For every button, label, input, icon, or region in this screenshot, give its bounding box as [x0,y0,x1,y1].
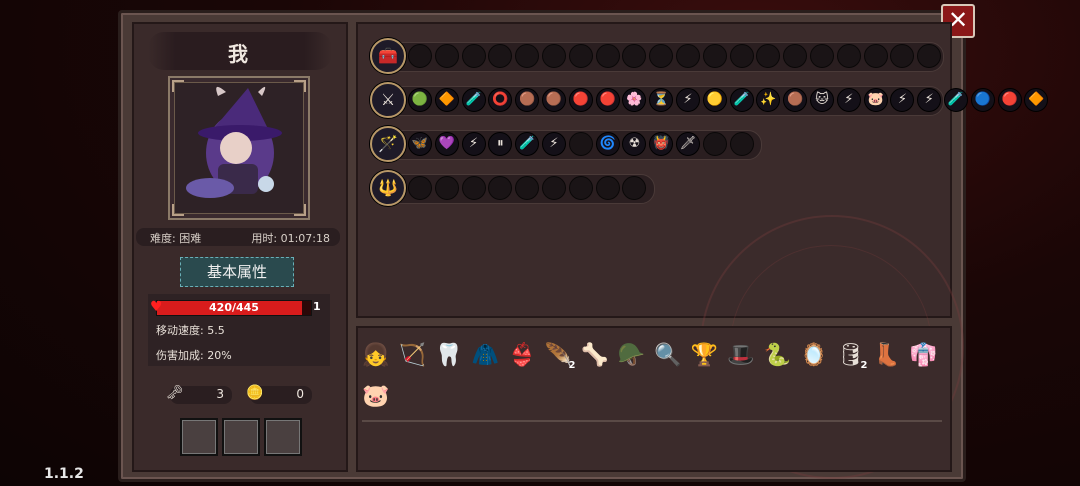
skill-slot[interactable]: ⚡ [917,88,942,112]
mace-icon[interactable]: ⚔ [370,82,406,118]
skill-slot[interactable]: ⚡ [461,132,486,156]
empty-skill-slot [515,176,540,200]
empty-skill-slot [568,44,593,68]
equip-slot-3[interactable] [264,418,302,456]
cloak-item[interactable]: 🧥 [470,340,502,372]
equip-slot-2[interactable] [222,418,260,456]
empty-skill-slot [461,176,486,200]
damage-bonus-stat: 伤害加成: 20% [156,349,232,362]
run-info-bar: 难度: 困难 用时: 01:07:18 [136,228,340,246]
empty-skill-slot [434,176,459,200]
skill-slot[interactable]: 🗡 [676,132,700,156]
boot-item[interactable]: 👢 [871,340,903,372]
skill-slot[interactable]: ⚡ [836,88,861,112]
key-count: 3 [216,387,224,401]
skill-slot[interactable]: 🔴 [595,88,620,112]
skill-slot[interactable]: 🔴 [568,88,593,112]
arrow-item[interactable]: 🏹 [397,340,429,372]
equip-slot-1[interactable] [180,418,218,456]
staff-icon[interactable]: 🪄 [370,126,406,162]
skill-slot[interactable]: 🔵 [970,88,995,112]
empty-skill-slot [676,44,700,68]
coin-icon: 🪙 [246,385,264,401]
trophy-item[interactable]: 🏆 [689,340,721,372]
skill-slot[interactable]: ⚡ [542,132,566,156]
empty-skill-slot [542,176,566,200]
player-name: 我 [228,42,248,66]
skill-slot[interactable]: 🔶 [1024,88,1049,112]
empty-skill-slot [434,44,459,68]
move-speed-stat: 移动速度: 5.5 [156,324,225,337]
shield-value: 1 [313,300,321,313]
empty-skill-slot [917,44,942,68]
item-divider [362,420,942,422]
empty-skill-slot [810,44,834,68]
skill-slot[interactable]: 🟤 [783,88,808,112]
pig-item[interactable]: 🐷 [360,381,392,413]
empty-skill-slot [783,44,808,68]
basic-attributes-button[interactable]: 基本属性 [180,257,294,287]
skill-slot[interactable]: 🧪 [729,88,754,112]
empty-skill-slot [595,176,620,200]
empty-skill-slot [408,44,432,68]
skill-slot[interactable]: 🟤 [542,88,566,112]
robe-item[interactable]: 👘 [908,340,940,372]
item-count: 2 [860,360,868,371]
skill-slot[interactable]: ⚡ [676,88,700,112]
magnifier-item[interactable]: 🔍 [652,340,684,372]
hat-item[interactable]: 🎩 [725,340,757,372]
bone-item[interactable]: 🦴 [579,340,611,372]
skill-slot[interactable]: 👹 [649,132,674,156]
key-icon: 🗝 [166,385,184,401]
skill-slot[interactable]: 🟡 [702,88,727,112]
empty-skill-slot [461,44,486,68]
empty-skill-slot [542,44,566,68]
coin-counter: 🪙 0 [246,385,312,404]
coin-count: 0 [296,387,304,401]
skill-slot[interactable]: 🧪 [461,88,486,112]
empty-skill-slot [408,176,432,200]
chest-icon[interactable]: 🧰 [370,38,406,74]
item-count: 2 [568,360,576,371]
empty-skill-slot [702,44,727,68]
difficulty-label: 难度: 困难 [150,232,202,245]
portrait-item[interactable]: 👧 [360,340,392,372]
snake-item[interactable]: 🐍 [762,340,794,372]
skill-slot[interactable]: 🌀 [595,132,620,156]
empty-skill-slot [515,44,540,68]
key-counter: 🗝 3 [166,385,232,404]
empty-skill-slot [836,44,861,68]
hp-bar: 420/445 [156,300,312,316]
skill-slot[interactable]: 💜 [434,132,459,156]
time-label: 用时: 01:07:18 [251,232,330,245]
empty-skill-slot [649,44,674,68]
character-portrait [168,76,310,220]
sceptre-icon[interactable]: 🔱 [370,170,406,206]
skill-slot[interactable]: 🐱 [810,88,834,112]
empty-skill-slot [729,44,754,68]
skill-slot[interactable]: ⏳ [649,88,674,112]
empty-skill-slot [568,176,593,200]
skill-slot[interactable]: 🧪 [515,132,540,156]
skill-slot[interactable]: 🔴 [997,88,1022,112]
helmet-item[interactable]: 🪖 [616,340,648,372]
empty-skill-slot [702,132,727,156]
skill-slot[interactable]: 🦋 [408,132,432,156]
witch-avatar-icon [186,86,282,198]
skill-slot[interactable]: 🐷 [863,88,888,112]
skill-slot[interactable]: 🧪 [944,88,968,112]
version-label: 1.1.2 [44,466,84,482]
empty-skill-slot [568,132,593,156]
mirror-item[interactable]: 🪞 [798,340,830,372]
empty-skill-slot [595,44,620,68]
teeth-item[interactable]: 🦷 [433,340,465,372]
skill-slot[interactable]: 🟢 [408,88,432,112]
empty-skill-slot [729,132,754,156]
empty-skill-slot [863,44,888,68]
bra-item[interactable]: 👙 [506,340,538,372]
skill-slot[interactable]: 🔶 [434,88,459,112]
skill-slot[interactable]: 🟤 [515,88,540,112]
hp-text: 420/445 [209,301,259,314]
heart-icon: ♥ [150,299,163,315]
